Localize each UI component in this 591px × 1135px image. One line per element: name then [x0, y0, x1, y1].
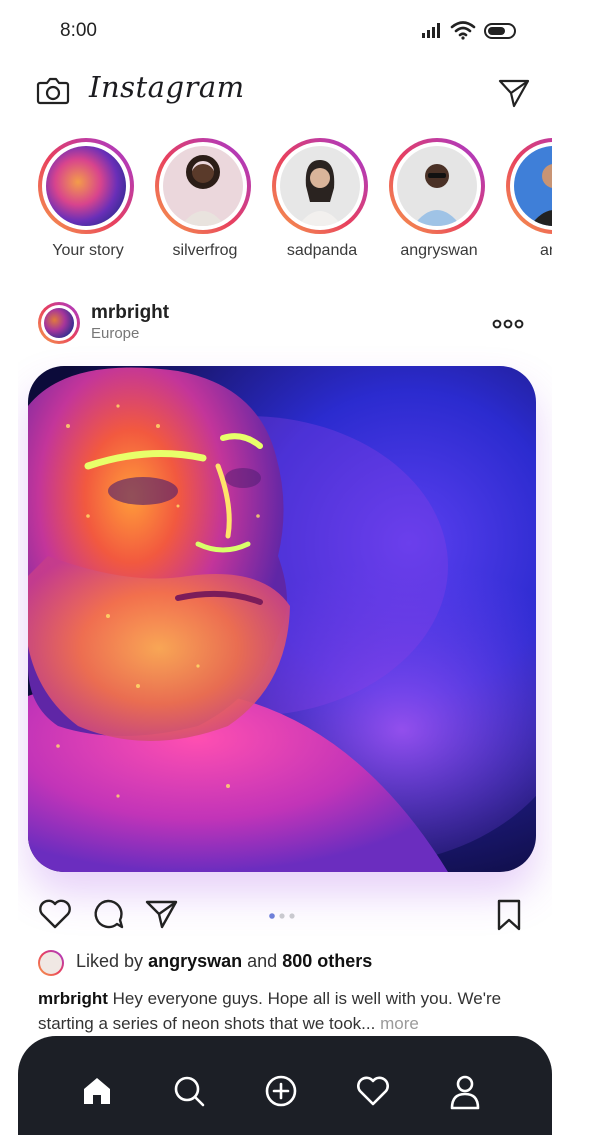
story-avatar [280, 146, 360, 226]
story-sadpanda[interactable]: sadpanda [272, 138, 372, 260]
story-your-story[interactable]: Your story [38, 138, 138, 260]
story-avatar [46, 146, 126, 226]
like-heart-icon[interactable] [38, 898, 72, 930]
status-bar: 8:00 [18, 0, 552, 62]
story-label: anro [539, 242, 552, 259]
liked-and: and [247, 951, 278, 971]
liked-by-text[interactable]: Liked by angryswan and 800 others [76, 951, 372, 972]
app-logo: Instagram [89, 70, 245, 104]
status-time: 8:00 [60, 20, 97, 41]
story-label: sadpanda [286, 242, 358, 259]
paper-plane-icon[interactable] [498, 78, 530, 108]
story-label: angryswan [400, 242, 478, 259]
carousel-dots [269, 913, 295, 919]
story-label: silverfrog [172, 242, 238, 259]
story-angryswan[interactable]: angryswan [389, 138, 489, 260]
liked-user[interactable]: angryswan [148, 951, 242, 971]
home-icon[interactable] [80, 1074, 114, 1108]
liked-prefix: Liked by [76, 951, 144, 971]
add-icon[interactable] [264, 1074, 298, 1108]
story-silverfrog[interactable]: silverfrog [155, 138, 255, 260]
post-caption: mrbright Hey everyone guys. Hope all is … [38, 986, 548, 1036]
post-avatar[interactable] [38, 302, 80, 344]
post-username[interactable]: mrbright [91, 302, 169, 324]
wifi-icon [450, 21, 476, 40]
camera-icon[interactable] [36, 76, 70, 106]
liked-count[interactable]: 800 others [282, 951, 372, 971]
stories-row: Your story silverfrog sadpanda angryswan… [38, 138, 552, 268]
comment-icon[interactable] [91, 898, 125, 930]
caption-username[interactable]: mrbright [38, 989, 108, 1008]
search-icon[interactable] [172, 1074, 206, 1108]
phone-screen: 8:00 Instagram Your story silverfrog sad… [18, 0, 552, 1135]
more-dots-icon[interactable] [492, 318, 524, 330]
story-label: Your story [52, 242, 124, 259]
share-icon[interactable] [145, 898, 179, 930]
story-avatar [163, 146, 243, 226]
caption-more-link[interactable]: more [380, 1014, 419, 1033]
battery-icon [484, 23, 516, 39]
bookmark-icon[interactable] [496, 898, 522, 932]
heart-icon[interactable] [356, 1074, 390, 1108]
caption-text: Hey everyone guys. Hope all is well with… [38, 989, 502, 1033]
profile-icon[interactable] [448, 1074, 482, 1110]
signal-icon [422, 23, 440, 38]
story-anro[interactable]: anro [506, 138, 552, 260]
bottom-nav [18, 1036, 552, 1135]
post-location[interactable]: Europe [91, 325, 139, 342]
liked-by-avatar [38, 950, 64, 976]
post-image[interactable] [28, 366, 536, 872]
story-avatar [397, 146, 477, 226]
